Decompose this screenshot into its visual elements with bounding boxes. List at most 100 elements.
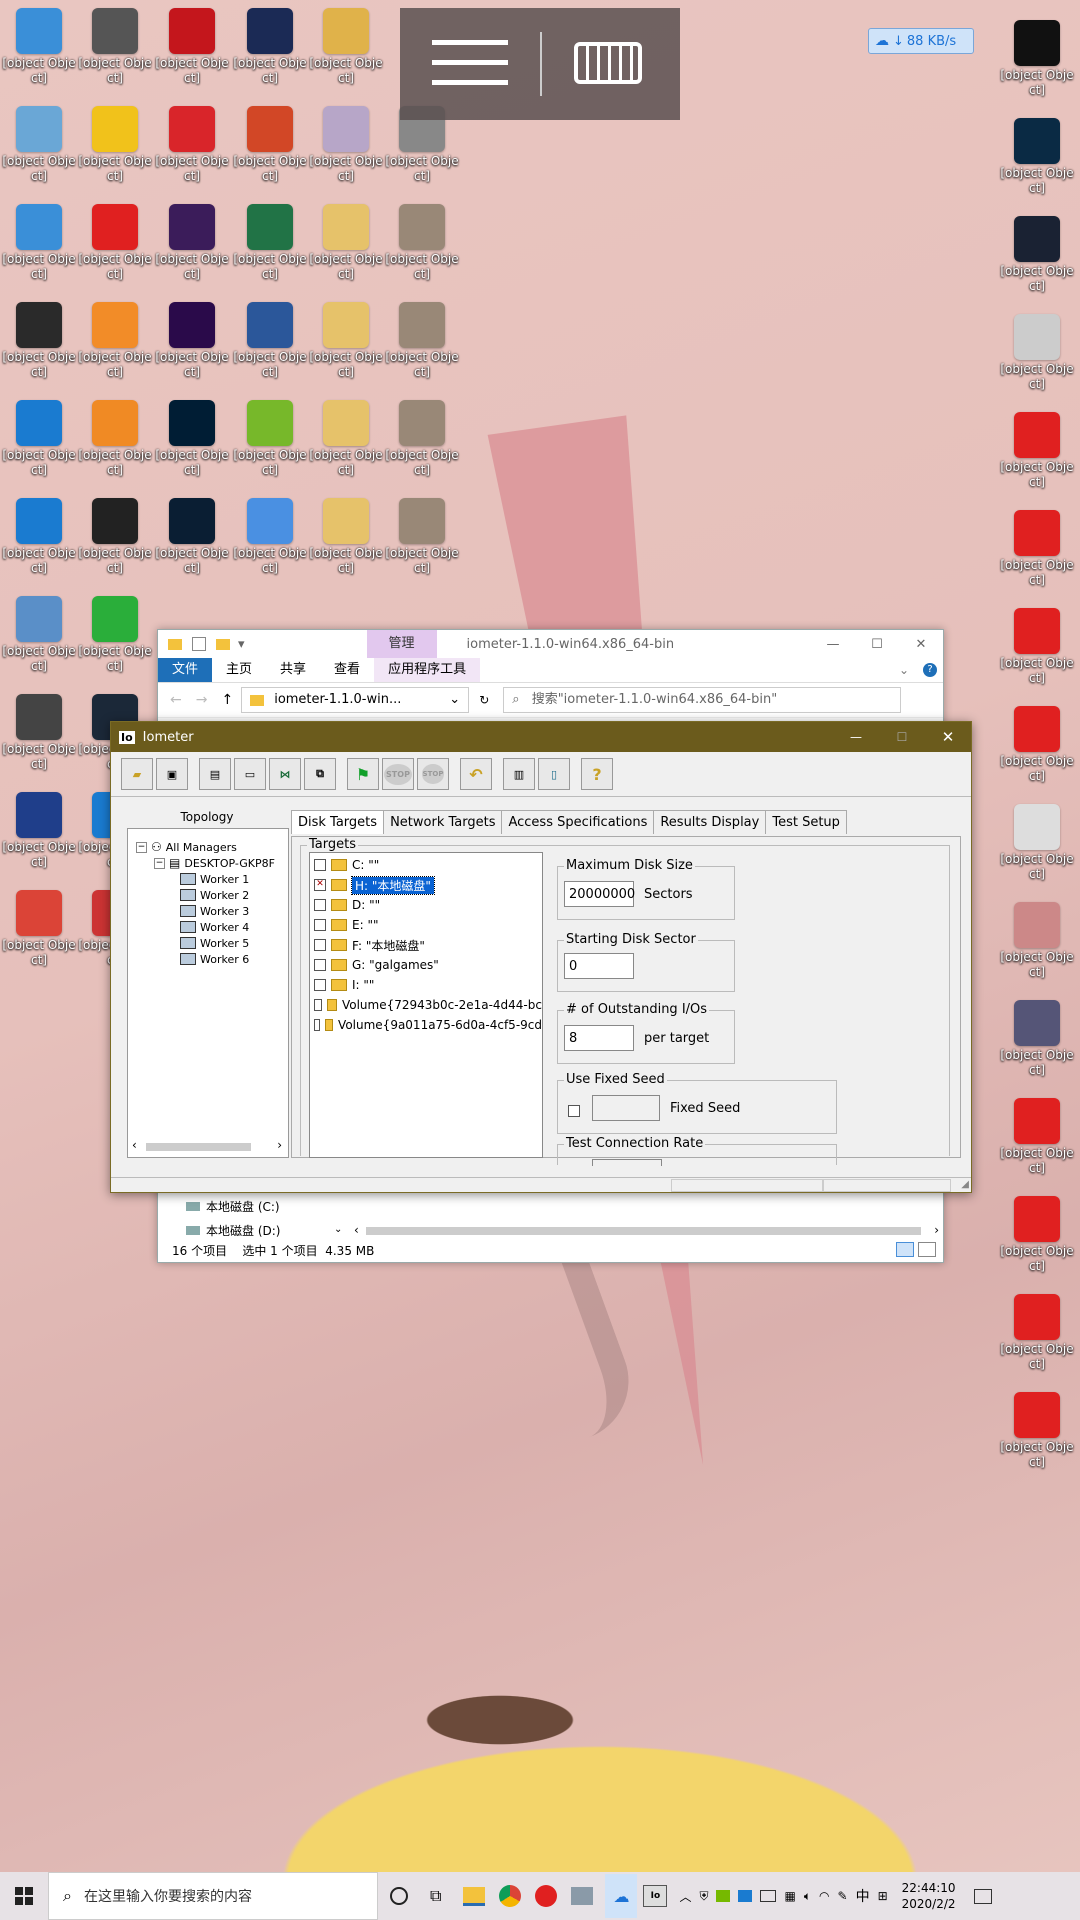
desktop-icon[interactable]: [object Object] [998, 804, 1076, 882]
desktop-icon[interactable]: [object Object] [383, 400, 461, 478]
new-folder-icon[interactable] [216, 638, 230, 650]
taskbar-explorer-icon[interactable] [463, 1886, 486, 1906]
desktop-icon[interactable]: [object Object] [76, 8, 154, 86]
open-config-button[interactable]: ▰ [121, 758, 153, 790]
desktop-icon[interactable]: [object Object] [998, 1196, 1076, 1274]
stop-all-button[interactable]: STOP [417, 758, 449, 790]
tree-node-worker[interactable]: Worker 2 [136, 887, 275, 903]
volume-icon[interactable]: 🔈︎ [804, 1889, 811, 1904]
save-config-button[interactable]: ▣ [156, 758, 188, 790]
maximize-button[interactable]: ☐ [855, 637, 899, 652]
large-icons-view-icon[interactable] [918, 1242, 936, 1257]
desktop-icon[interactable]: [object Object] [383, 498, 461, 576]
start-button[interactable] [0, 1872, 48, 1920]
desktop-icon[interactable]: [object Object] [231, 498, 309, 576]
desktop-icon[interactable]: [object Object] [0, 694, 78, 772]
duplicate-worker-button[interactable]: ⧉ [304, 758, 336, 790]
desktop-icon[interactable]: [object Object] [231, 400, 309, 478]
stop-button[interactable]: STOP [382, 758, 414, 790]
desktop-icon[interactable]: [object Object] [76, 302, 154, 380]
scroll-left-icon[interactable]: ‹ [354, 1223, 359, 1237]
nav-pane-item[interactable]: 本地磁盘 (C:) [186, 1198, 280, 1215]
ribbon-tab-home[interactable]: 主页 [212, 658, 266, 682]
details-view-icon[interactable] [896, 1242, 914, 1257]
desktop-icon[interactable]: [object Object] [153, 498, 231, 576]
qat-dropdown-icon[interactable]: ▾ [238, 637, 245, 652]
desktop-icon[interactable]: [object Object] [0, 204, 78, 282]
target-row[interactable]: I: "" [310, 975, 542, 995]
desktop-icon[interactable]: [object Object] [998, 1098, 1076, 1176]
scroll-thumb[interactable] [146, 1143, 251, 1151]
target-checkbox[interactable] [314, 1019, 321, 1031]
desktop-icon[interactable]: [object Object] [0, 890, 78, 968]
target-checkbox[interactable] [314, 899, 326, 911]
forward-icon[interactable]: → [196, 692, 208, 708]
taskbar-baidu-netdisk-icon[interactable]: ☁ [605, 1874, 638, 1918]
desktop-icon[interactable]: [object Object] [998, 706, 1076, 784]
desktop-icon[interactable]: [object Object] [231, 8, 309, 86]
notification-icon[interactable] [973, 1888, 992, 1904]
tab-test-setup[interactable]: Test Setup [765, 810, 847, 834]
task-view-icon[interactable]: ⧉ [430, 1886, 441, 1906]
targets-list[interactable]: C: "" ✕ H: "本地磁盘" D: "" E: "" F: "本地磁盘" G: "ga… [309, 852, 543, 1158]
scroll-right-icon[interactable]: › [277, 1138, 282, 1152]
collapse-icon[interactable]: − [154, 857, 165, 869]
desktop-icon[interactable]: [object Object] [76, 498, 154, 576]
back-icon[interactable]: ← [170, 692, 182, 708]
tab-network-targets[interactable]: Network Targets [383, 810, 503, 834]
desktop-icon[interactable]: [object Object] [998, 1392, 1076, 1470]
tab-manage[interactable]: 管理 [366, 630, 437, 658]
tree-node-worker[interactable]: Worker 6 [136, 951, 275, 967]
ribbon-collapse-icon[interactable]: ⌄ [899, 663, 909, 677]
ribbon-tab-app-tools[interactable]: 应用程序工具 [374, 658, 481, 682]
fixed-seed-input[interactable] [592, 1095, 660, 1121]
security-icon[interactable]: ⛨ [699, 1889, 708, 1904]
desktop-icon[interactable]: [object Object] [998, 1294, 1076, 1372]
taskbar-search-box[interactable]: ⌕ 在这里输入你要搜索的内容 [48, 1872, 378, 1920]
target-checkbox[interactable] [314, 939, 326, 951]
ribbon-tab-view[interactable]: 查看 [320, 658, 374, 682]
target-checkbox[interactable]: ✕ [314, 879, 326, 891]
desktop-icon[interactable]: [object Object] [307, 204, 385, 282]
topology-panel[interactable]: − ⚇ All Managers − ▤ DESKTOP-GKP8F Worke… [127, 828, 289, 1158]
outstanding-ios-input[interactable]: 8 [564, 1025, 634, 1051]
desktop-icon[interactable]: [object Object] [383, 204, 461, 282]
topology-hscroll[interactable]: ‹ › [132, 1138, 282, 1153]
minimize-button[interactable]: — [811, 637, 855, 652]
desktop-icon[interactable]: [object Object] [76, 400, 154, 478]
tab-access-specifications[interactable]: Access Specifications [501, 810, 655, 834]
tree-node-worker[interactable]: Worker 3 [136, 903, 275, 919]
ribbon-tab-share[interactable]: 共享 [266, 658, 320, 682]
desktop-icon[interactable]: [object Object] [307, 8, 385, 86]
collapse-icon[interactable]: − [136, 841, 147, 853]
tree-node-worker[interactable]: Worker 5 [136, 935, 275, 951]
pen-icon[interactable]: ✎ [838, 1889, 848, 1903]
search-input[interactable]: ⌕ 搜索"iometer-1.1.0-win64.x86_64-bin" [503, 687, 902, 713]
horizontal-scrollbar[interactable]: ‹ › [354, 1223, 939, 1237]
desktop-icon[interactable]: [object Object] [76, 106, 154, 184]
minimize-button[interactable]: — [833, 730, 879, 744]
disconnect-button[interactable]: ▥ [503, 758, 535, 790]
scroll-left-icon[interactable]: ‹ [132, 1138, 137, 1152]
desktop-icon[interactable]: [object Object] [998, 20, 1076, 98]
desktop-icon[interactable]: [object Object] [998, 216, 1076, 294]
desktop-icon[interactable]: [object Object] [0, 792, 78, 870]
desktop-icon[interactable]: [object Object] [0, 8, 78, 86]
target-checkbox[interactable] [314, 919, 326, 931]
target-row[interactable]: C: "" [310, 855, 542, 875]
battery-icon[interactable] [760, 1890, 777, 1902]
desktop-icon[interactable]: [object Object] [0, 106, 78, 184]
target-checkbox[interactable] [314, 859, 326, 871]
target-row[interactable]: F: "本地磁盘" [310, 935, 542, 955]
address-bar[interactable]: iometer-1.1.0-win... ⌄ [241, 687, 470, 713]
desktop-icon[interactable]: [object Object] [231, 302, 309, 380]
fixed-seed-checkbox[interactable] [568, 1105, 580, 1117]
close-button[interactable]: ✕ [899, 637, 943, 652]
desktop-icon[interactable]: [object Object] [307, 302, 385, 380]
address-dropdown-icon[interactable]: ⌄ [449, 688, 460, 712]
intel-icon[interactable] [738, 1890, 753, 1902]
help-icon[interactable]: ? [923, 663, 937, 677]
nvidia-icon[interactable] [716, 1890, 731, 1902]
taskbar-iometer-icon[interactable]: Io [643, 1885, 668, 1907]
target-row[interactable]: E: "" [310, 915, 542, 935]
